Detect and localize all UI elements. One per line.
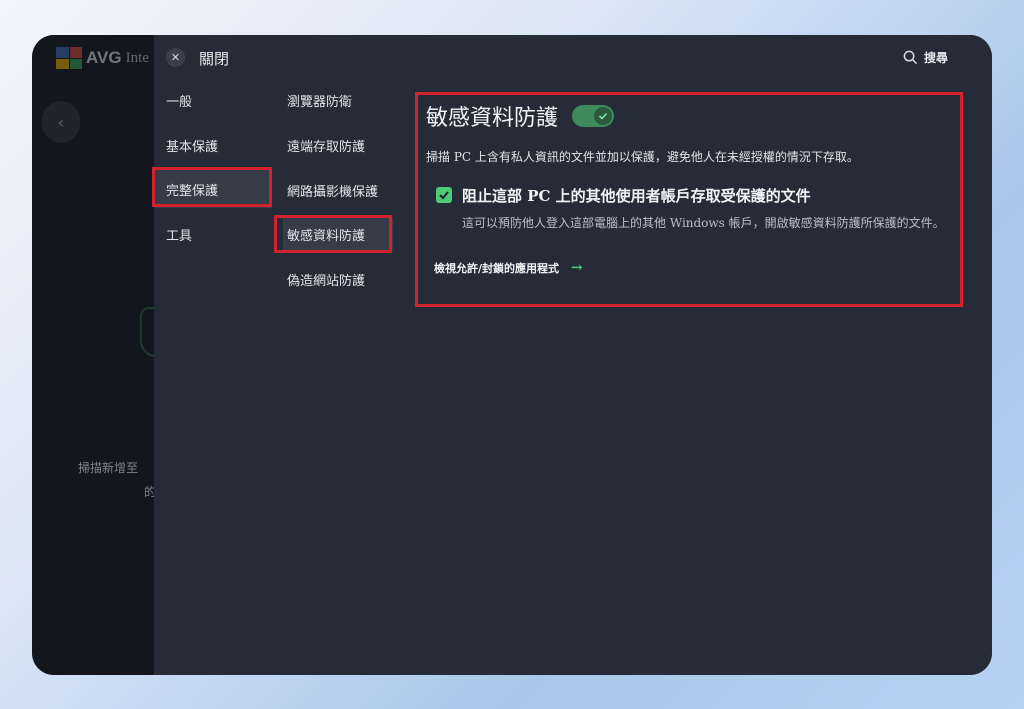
avg-logo: AVG Inte: [56, 47, 149, 69]
nav-item-sensitive-data-shield[interactable]: 敏感資料防護: [283, 218, 393, 250]
nav-item-full-protection[interactable]: 完整保護: [154, 170, 272, 208]
title-row: 敏感資料防護: [426, 100, 956, 132]
close-icon[interactable]: ✕: [166, 48, 185, 67]
block-other-users-checkbox[interactable]: [436, 187, 452, 203]
link-label: 檢視允許/封鎖的應用程式: [434, 262, 560, 275]
nav-item-basic-protection[interactable]: 基本保護: [166, 136, 218, 155]
close-button[interactable]: 關閉: [199, 48, 229, 69]
nav-item-general[interactable]: 一般: [166, 91, 192, 110]
check-icon: [594, 107, 613, 125]
brand-name: AVG: [86, 48, 122, 67]
back-arrow-icon[interactable]: ‹: [42, 101, 80, 143]
nav-item-browser-shield[interactable]: 瀏覽器防衛: [287, 91, 352, 110]
view-allowed-blocked-apps-link[interactable]: 檢視允許/封鎖的應用程式 →: [434, 260, 956, 276]
feature-description: 掃描 PC 上含有私人資訊的文件並加以保護，避免他人在未經授權的情況下存取。: [426, 150, 859, 164]
arrow-right-icon: →: [571, 260, 583, 276]
app-window: AVG Inte ‹ 掃描新增至 的 ✕ 關閉 搜尋 一般 基本保護 完整保護 …: [32, 35, 992, 675]
nav-item-webcam-protection[interactable]: 網路攝影機保護: [287, 181, 378, 200]
enable-toggle[interactable]: [572, 105, 615, 127]
option-description: 這可以預防他人登入這部電腦上的其他 Windows 帳戶，開啟敏感資料防護所保護…: [462, 216, 945, 230]
avg-logo-icon: [56, 47, 82, 69]
page-title: 敏感資料防護: [426, 106, 559, 131]
search-label: 搜尋: [923, 51, 948, 65]
nav-item-fake-website-shield[interactable]: 偽造網站防護: [287, 270, 365, 289]
brand-suffix: Inte: [125, 49, 149, 66]
settings-topbar: ✕ 關閉 搜尋: [154, 35, 992, 81]
search-button[interactable]: 搜尋: [903, 49, 948, 66]
nav-item-tools[interactable]: 工具: [166, 225, 192, 244]
settings-panel: ✕ 關閉 搜尋 一般 基本保護 完整保護 工具 瀏覽器防衛 遠端存取防護 網路攝…: [154, 35, 992, 675]
search-icon: [903, 50, 918, 65]
background-text: 掃描新增至: [78, 461, 139, 475]
option-row: 阻止這部 PC 上的其他使用者帳戶存取受保護的文件: [436, 185, 956, 206]
background-app: AVG Inte ‹: [32, 35, 154, 675]
option-title: 阻止這部 PC 上的其他使用者帳戶存取受保護的文件: [462, 187, 811, 205]
checkmark-icon: [439, 191, 449, 200]
nav-item-remote-access-shield[interactable]: 遠端存取防護: [287, 136, 365, 155]
settings-content: 敏感資料防護 掃描 PC 上含有私人資訊的文件並加以保護，避免他人在未經授權的情…: [426, 100, 956, 276]
